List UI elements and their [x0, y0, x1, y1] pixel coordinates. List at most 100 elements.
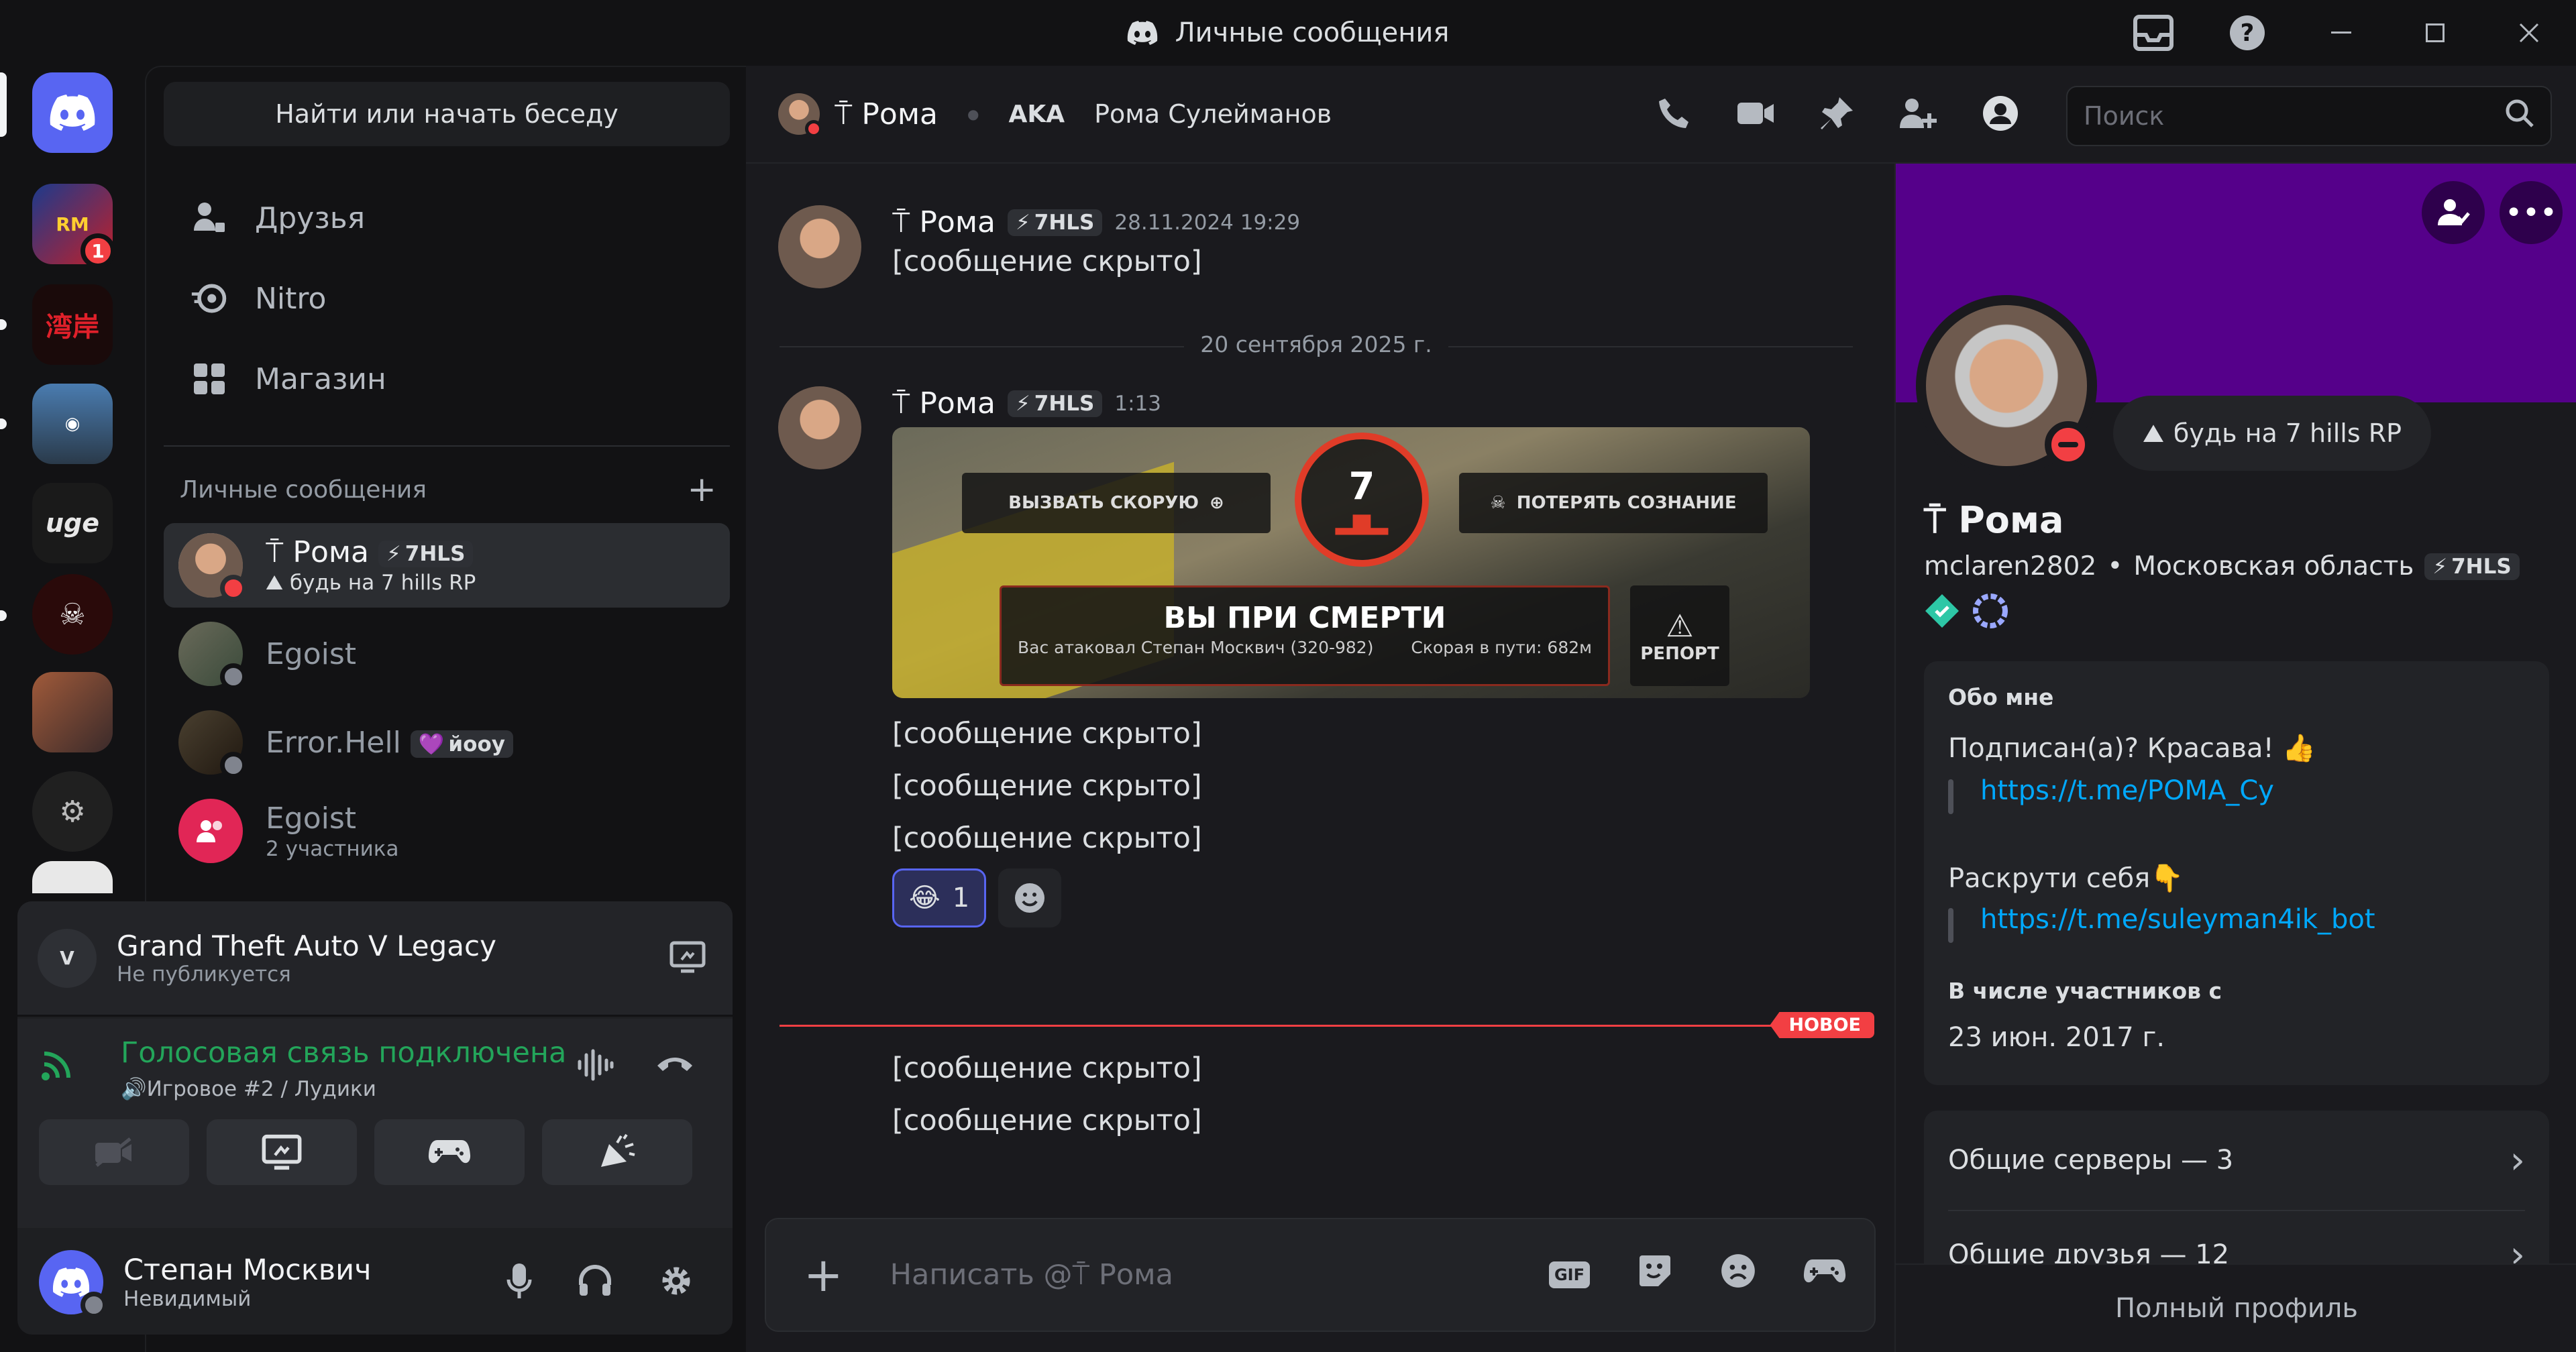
aka-name: Рома Сулейманов [1094, 99, 1332, 129]
report-button: ⚠ РЕПОРТ [1630, 585, 1729, 686]
camera-off-icon [95, 1137, 131, 1167]
shop-icon [191, 360, 228, 398]
voice-call-icon[interactable] [1657, 96, 1692, 133]
header-separator: ● [967, 106, 979, 122]
add-friend-button[interactable] [2422, 181, 2485, 244]
server-avatar[interactable] [32, 672, 113, 752]
voice-channel[interactable]: 🔊Игровое #2 / Лудики [121, 1076, 376, 1101]
camera-off-button[interactable] [39, 1119, 189, 1185]
video-call-icon[interactable] [1736, 99, 1775, 131]
connection-icon[interactable] [38, 1044, 78, 1087]
disconnect-icon[interactable] [655, 1048, 695, 1078]
emoji-icon[interactable] [1720, 1253, 1756, 1298]
voice-status[interactable]: Голосовая связь подключена [121, 1036, 566, 1070]
create-dm-button[interactable]: + [687, 469, 716, 510]
headphones-icon[interactable] [577, 1262, 613, 1302]
activity-button[interactable] [374, 1119, 525, 1185]
attach-plus-icon[interactable]: + [804, 1247, 843, 1302]
author-name[interactable]: ⍑ Рома [892, 205, 996, 239]
profile-panel: ••• ⛰ будь на 7 hills RP ⍑ Рома mclaren2… [1894, 164, 2576, 1352]
microphone-icon[interactable] [506, 1262, 533, 1302]
nitro-badge-icon[interactable] [1972, 593, 2008, 632]
user-profile-icon[interactable] [1982, 95, 2019, 135]
gta-icon: V [38, 928, 97, 988]
server-gear[interactable]: ⚙ [32, 771, 113, 852]
member-since-date: 23 июн. 2017 г. [1948, 1022, 2165, 1053]
maximize-icon[interactable] [2388, 0, 2482, 66]
guild-tag[interactable]: ⚡ 7HLS [1008, 390, 1103, 417]
help-icon[interactable]: ? [2200, 0, 2294, 66]
death-panel: ВЫ ПРИ СМЕРТИ Вас атаковал Степан Москви… [1000, 585, 1610, 686]
message-input[interactable]: Написать @⍑ Рома [890, 1258, 1173, 1292]
game-status: Не публикуется [117, 962, 291, 987]
soundboard-button[interactable] [542, 1119, 692, 1185]
avatar[interactable] [778, 205, 861, 288]
nav-nitro[interactable]: Nitro [164, 262, 730, 335]
user-name[interactable]: Степан Москвич [123, 1253, 486, 1287]
voice-panel: Голосовая связь подключена 🔊Игровое #2 /… [17, 1019, 733, 1228]
nav-friends[interactable]: Друзья [164, 181, 730, 255]
server-skull[interactable]: ☠ [32, 574, 113, 655]
user-panel: V Grand Theft Auto V Legacy Не публикует… [17, 901, 733, 1335]
game-screenshot[interactable]: ВЫЗВАТЬ СКОРУЮ ⊕ 7 ▂▆▂ ☠ ПОТЕРЯТЬ СОЗНАНИЕ… [892, 427, 1810, 698]
inbox-icon[interactable] [2106, 0, 2200, 66]
message-text: [сообщение скрыто] [892, 717, 1202, 750]
minimize-icon[interactable] [2294, 0, 2388, 66]
dm-item-errorhell[interactable]: Error.Hell 💜 йоoy [164, 700, 730, 785]
profile-username[interactable]: mclaren2802 [1924, 551, 2096, 581]
stream-game-icon[interactable] [669, 941, 706, 976]
settings-gear-icon[interactable] [657, 1262, 695, 1302]
dm-section-title: Личные сообщения [180, 475, 427, 504]
avatar [778, 93, 822, 137]
nav-shop[interactable]: Магазин [164, 342, 730, 416]
server-uge[interactable]: uge [32, 483, 113, 563]
window-title: Личные сообщения [1175, 17, 1450, 48]
avatar [178, 622, 247, 690]
server-number[interactable]: 0000 [32, 861, 113, 893]
search-input[interactable]: Поиск [2066, 86, 2552, 146]
guild-tag[interactable]: ⚡ 7HLS [1008, 209, 1103, 236]
custom-status: ⛰ будь на 7 hills RP [2113, 396, 2432, 471]
dm-item-group[interactable]: Egoist 2 участника [164, 789, 730, 873]
about-link-1[interactable]: https://t.me/POMA_Cy [1948, 775, 2274, 814]
activity-panel: V Grand Theft Auto V Legacy Не публикует… [17, 901, 733, 1017]
dm-members: 2 участника [266, 836, 399, 861]
add-reaction-icon[interactable] [998, 868, 1062, 927]
dm-name: ⍑ Рома ⚡ 7HLS [266, 535, 476, 569]
hypesquad-badge-icon[interactable] [1924, 593, 1960, 632]
sticker-icon[interactable] [1637, 1253, 1673, 1298]
gamepad-icon[interactable] [1803, 1255, 1846, 1295]
more-options-icon[interactable]: ••• [2500, 181, 2563, 244]
profile-display-name: ⍑ Рома [1924, 499, 2064, 541]
dm-item-roma[interactable]: ⍑ Рома ⚡ 7HLS ⛰ будь на 7 hills RP [164, 523, 730, 608]
chat-recipient[interactable]: ⍑ Рома [835, 97, 938, 131]
close-icon[interactable] [2482, 0, 2576, 66]
dm-item-egoist[interactable]: Egoist [164, 612, 730, 696]
discord-home-button[interactable] [32, 72, 113, 153]
server-red[interactable]: 湾岸 [32, 284, 113, 365]
mutual-servers-row[interactable]: Общие серверы — 3 › [1948, 1111, 2525, 1211]
full-profile-button[interactable]: Полный профиль [1896, 1263, 2576, 1352]
gif-icon[interactable]: GIF [1548, 1261, 1590, 1288]
search-icon [2505, 99, 2534, 134]
unread-indicator [0, 418, 7, 429]
avatar[interactable] [778, 386, 861, 469]
pinned-messages-icon[interactable] [1819, 96, 1854, 133]
profile-avatar[interactable] [1916, 295, 2097, 476]
dm-status: ⛰ будь на 7 hills RP [266, 571, 476, 595]
message-text: [сообщение скрыто] [892, 1052, 1202, 1085]
add-friends-icon[interactable] [1898, 96, 1937, 133]
message-composer[interactable]: + Написать @⍑ Рома GIF [765, 1218, 1876, 1332]
noise-suppression-icon[interactable] [577, 1048, 614, 1084]
avatar[interactable] [39, 1250, 107, 1318]
nav-friends-label: Друзья [255, 201, 366, 235]
author-name[interactable]: ⍑ Рома [892, 386, 996, 420]
about-link-2[interactable]: https://t.me/suleyman4ik_bot [1948, 904, 2375, 943]
guild-tag[interactable]: ⚡ 7HLS [2424, 553, 2520, 580]
reaction-button[interactable]: 😂 1 [892, 868, 987, 927]
screen-share-button[interactable] [207, 1119, 357, 1185]
server-city[interactable]: ◉ [32, 384, 113, 464]
find-conversation-button[interactable]: Найти или начать беседу [164, 82, 730, 146]
message-text: [сообщение скрыто] [892, 769, 1202, 803]
dnd-status-icon [805, 120, 822, 137]
